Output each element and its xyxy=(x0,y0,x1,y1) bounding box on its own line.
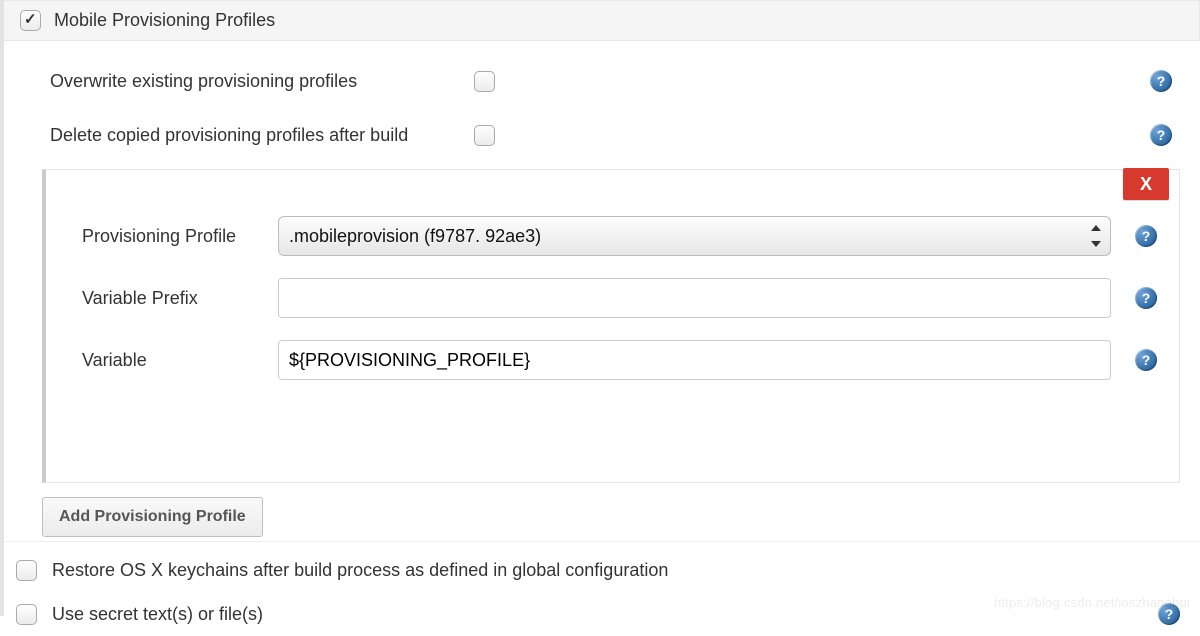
profile-label: Provisioning Profile xyxy=(82,226,278,247)
delete-after-label: Delete copied provisioning profiles afte… xyxy=(50,125,470,146)
restore-keychains-checkbox[interactable] xyxy=(16,560,37,581)
help-icon[interactable]: ? xyxy=(1135,287,1157,309)
profile-panel: X Provisioning Profile .mobileprovision … xyxy=(42,169,1180,483)
variable-prefix-input[interactable] xyxy=(278,278,1111,318)
use-secret-checkbox[interactable] xyxy=(16,604,37,625)
help-icon[interactable]: ? xyxy=(1135,349,1157,371)
help-icon[interactable]: ? xyxy=(1150,124,1172,146)
section-title: Mobile Provisioning Profiles xyxy=(54,10,275,31)
variable-input[interactable] xyxy=(278,340,1111,380)
delete-after-row: Delete copied provisioning profiles afte… xyxy=(50,111,1180,159)
overwrite-checkbox[interactable] xyxy=(474,71,495,92)
restore-row: Restore OS X keychains after build proce… xyxy=(12,548,1180,592)
page: Mobile Provisioning Profiles Overwrite e… xyxy=(0,0,1200,616)
variable-prefix-row: Variable Prefix ? xyxy=(82,278,1157,318)
options-area: Overwrite existing provisioning profiles… xyxy=(4,41,1200,159)
variable-prefix-label: Variable Prefix xyxy=(82,288,278,309)
help-icon[interactable]: ? xyxy=(1135,225,1157,247)
variable-label: Variable xyxy=(82,350,278,371)
delete-after-checkbox[interactable] xyxy=(474,125,495,146)
profile-select-row: Provisioning Profile .mobileprovision (f… xyxy=(82,216,1157,256)
variable-row: Variable ? xyxy=(82,340,1157,380)
mobile-provisioning-checkbox[interactable] xyxy=(20,10,41,31)
add-provisioning-profile-button[interactable]: Add Provisioning Profile xyxy=(42,497,263,537)
provisioning-profile-select[interactable]: .mobileprovision (f9787. 92ae3) xyxy=(278,216,1111,256)
lower-area: Restore OS X keychains after build proce… xyxy=(4,541,1200,636)
watermark-text: https://blog.csdn.net/ioszhanghui xyxy=(994,595,1190,610)
help-icon[interactable]: ? xyxy=(1150,70,1172,92)
restore-label: Restore OS X keychains after build proce… xyxy=(52,560,1132,581)
overwrite-label: Overwrite existing provisioning profiles xyxy=(50,71,470,92)
profile-select-wrap: .mobileprovision (f9787. 92ae3) xyxy=(278,216,1111,256)
secret-label: Use secret text(s) or file(s) xyxy=(52,604,1132,625)
delete-profile-button[interactable]: X xyxy=(1123,168,1169,200)
section-header: Mobile Provisioning Profiles xyxy=(4,0,1200,41)
overwrite-row: Overwrite existing provisioning profiles… xyxy=(50,57,1180,105)
